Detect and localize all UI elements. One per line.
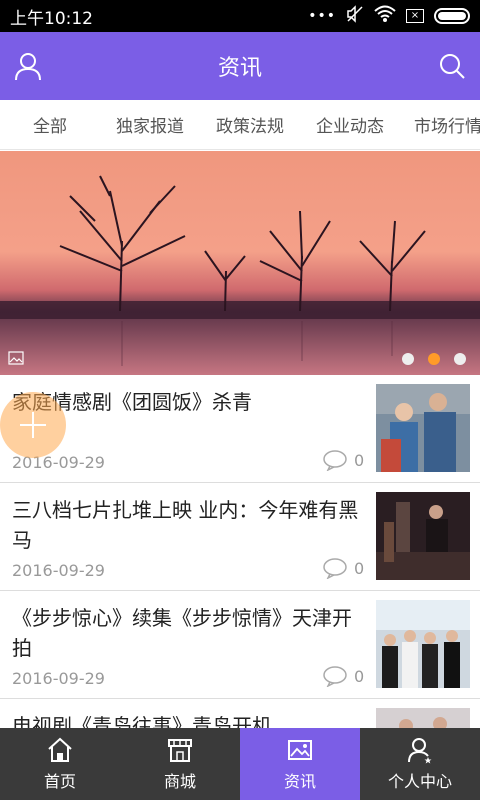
- comment-icon: [323, 558, 347, 579]
- nav-store[interactable]: 商城: [120, 728, 240, 800]
- nav-home[interactable]: 首页: [0, 728, 120, 800]
- nav-profile-label: 个人中心: [387, 772, 452, 791]
- status-icons: ••• ×: [308, 4, 470, 28]
- comment-icon: [323, 666, 347, 687]
- comment-count: 0: [322, 665, 364, 687]
- news-date: 2016-09-29: [12, 561, 105, 580]
- carousel-dot[interactable]: [454, 353, 466, 365]
- news-thumbnail: [376, 600, 470, 688]
- comment-icon: [323, 450, 347, 471]
- comment-count: 0: [322, 557, 364, 579]
- carousel-indicator: [402, 353, 466, 365]
- tab-company-news[interactable]: 企业动态: [300, 112, 400, 137]
- nav-home-label: 首页: [43, 772, 76, 791]
- category-tabs: 全部 独家报道 政策法规 企业动态 市场行情: [0, 100, 480, 150]
- carousel-dot[interactable]: [402, 353, 414, 365]
- image-icon: [8, 351, 24, 365]
- status-time: 上午10:12: [10, 8, 93, 29]
- add-button[interactable]: [0, 392, 66, 458]
- banner-image: [0, 151, 480, 375]
- ellipsis-icon: •••: [308, 8, 336, 24]
- news-thumbnail: [376, 492, 470, 580]
- tab-exclusive[interactable]: 独家报道: [100, 112, 200, 137]
- search-icon[interactable]: [436, 50, 468, 82]
- status-bar: 上午10:12 ••• ×: [0, 0, 480, 32]
- list-item[interactable]: 三八档七片扎堆上映 业内：今年难有黑马 2016-09-29 0: [0, 483, 480, 591]
- nav-profile[interactable]: 个人中心: [360, 728, 480, 800]
- list-item[interactable]: 家庭情感剧《团圆饭》杀青 2016-09-29 0: [0, 375, 480, 483]
- news-thumbnail: [376, 384, 470, 472]
- news-title: 家庭情感剧《团圆饭》杀青: [12, 390, 252, 414]
- nav-news[interactable]: 资讯: [240, 728, 360, 800]
- news-title: 三八档七片扎堆上映 业内：今年难有黑马: [12, 498, 359, 552]
- profile-icon: [408, 738, 432, 764]
- user-icon[interactable]: [12, 50, 44, 82]
- tab-market[interactable]: 市场行情: [400, 112, 480, 137]
- app-bar: 资讯: [0, 32, 480, 100]
- news-date: 2016-09-29: [12, 669, 105, 688]
- wifi-icon: [374, 5, 396, 28]
- mute-icon: [346, 4, 364, 28]
- list-item[interactable]: 《步步惊心》续集《步步惊情》天津开拍 2016-09-29 0: [0, 591, 480, 699]
- tab-policy[interactable]: 政策法规: [200, 112, 300, 137]
- battery-icon: [434, 8, 470, 24]
- store-icon: [168, 739, 192, 762]
- sim-icon: ×: [406, 9, 424, 23]
- nav-news-label: 资讯: [283, 772, 316, 791]
- tab-all[interactable]: 全部: [0, 112, 100, 137]
- nav-store-label: 商城: [163, 772, 196, 791]
- home-icon: [48, 737, 72, 762]
- banner-carousel[interactable]: [0, 151, 480, 375]
- news-title: 《步步惊心》续集《步步惊情》天津开拍: [12, 606, 352, 660]
- comment-count: 0: [322, 449, 364, 471]
- bottom-nav: 首页 商城 资讯 个人中心: [0, 728, 480, 800]
- page-title: 资讯: [217, 56, 262, 81]
- news-icon: [288, 740, 312, 760]
- carousel-dot-active[interactable]: [428, 353, 440, 365]
